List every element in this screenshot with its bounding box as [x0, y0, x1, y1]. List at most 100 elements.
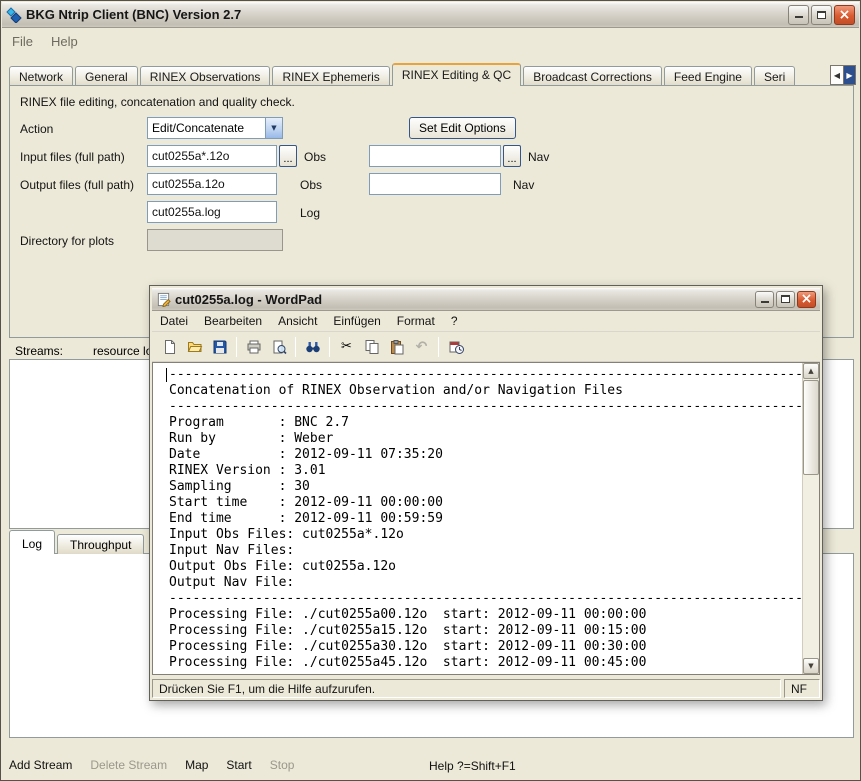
wordpad-statusbar: Drücken Sie F1, um die Hilfe aufzurufen.… — [152, 677, 820, 698]
cut-button[interactable]: ✂ — [334, 335, 359, 359]
maximize-button[interactable] — [811, 5, 832, 25]
input-files-label: Input files (full path) — [20, 150, 125, 164]
minimize-icon — [761, 296, 769, 303]
text-caret — [166, 368, 167, 382]
statusbar-nf: NF — [784, 679, 820, 698]
date-time-button[interactable] — [443, 335, 468, 359]
main-titlebar[interactable]: BKG Ntrip Client (BNC) Version 2.7 × — [2, 2, 859, 28]
action-combobox-value: Edit/Concatenate — [148, 121, 265, 135]
document-text[interactable]: ----------------------------------------… — [153, 363, 802, 674]
output-obs-suffix-label: Obs — [300, 178, 322, 192]
minimize-icon — [795, 11, 803, 18]
minimize-button[interactable] — [788, 5, 809, 25]
wordpad-toolbar: ✂↶ — [152, 332, 820, 362]
output-obs-field[interactable] — [147, 173, 277, 195]
log-file-field[interactable] — [147, 201, 277, 223]
plots-dir-label: Directory for plots — [20, 234, 114, 248]
print-preview-icon — [271, 339, 287, 355]
wp-menu-item-format[interactable]: Format — [389, 312, 443, 330]
tab-rinex-observations[interactable]: RINEX Observations — [140, 66, 271, 86]
scroll-up-button[interactable]: ▲ — [803, 363, 819, 379]
input-obs-browse-button[interactable]: ... — [279, 145, 297, 167]
bottom-tab-log[interactable]: Log — [9, 530, 55, 554]
toolbar-separator — [329, 337, 330, 357]
wordpad-icon — [156, 292, 171, 307]
wordpad-titlebar[interactable]: cut0255a.log - WordPad × — [152, 288, 820, 311]
close-icon: × — [801, 292, 813, 306]
open-folder-icon — [187, 339, 203, 355]
wp-menu-item-item5[interactable]: ? — [443, 312, 466, 330]
wordpad-close-button[interactable]: × — [797, 291, 816, 308]
save-button[interactable] — [207, 335, 232, 359]
date-time-icon — [448, 339, 464, 355]
paste-button[interactable] — [384, 335, 409, 359]
wp-menu-item-bearbeiten[interactable]: Bearbeiten — [196, 312, 270, 330]
menu-item-file[interactable]: File — [3, 31, 42, 52]
wordpad-maximize-button[interactable] — [776, 291, 795, 308]
tab-bar: NetworkGeneralRINEX ObservationsRINEX Ep… — [9, 63, 831, 86]
input-nav-browse-button[interactable]: ... — [503, 145, 521, 167]
wp-menu-item-datei[interactable]: Datei — [152, 312, 196, 330]
tab-rinex-ephemeris[interactable]: RINEX Ephemeris — [272, 66, 389, 86]
tab-scroll-right-button[interactable]: ▶ — [843, 65, 856, 85]
save-icon — [212, 339, 228, 355]
bottom-tab-throughput[interactable]: Throughput — [57, 534, 144, 554]
print-button[interactable] — [241, 335, 266, 359]
window-title: BKG Ntrip Client (BNC) Version 2.7 — [26, 7, 784, 22]
bnc-app-icon — [6, 7, 22, 23]
toolbar-separator — [295, 337, 296, 357]
scroll-down-button[interactable]: ▼ — [803, 658, 819, 674]
paste-icon — [389, 339, 405, 355]
chevron-down-icon[interactable]: ▼ — [265, 118, 282, 138]
wp-menu-item-einf-gen[interactable]: Einfügen — [325, 312, 388, 330]
wp-menu-item-ansicht[interactable]: Ansicht — [270, 312, 325, 330]
toolbar-separator — [236, 337, 237, 357]
wordpad-document-area[interactable]: ----------------------------------------… — [152, 362, 820, 675]
scrollbar-thumb[interactable] — [803, 380, 819, 475]
print-preview-button[interactable] — [266, 335, 291, 359]
new-document-button[interactable] — [157, 335, 182, 359]
open-folder-button[interactable] — [182, 335, 207, 359]
output-nav-field[interactable] — [369, 173, 501, 195]
action-stop: Stop — [270, 758, 295, 772]
action-label: Action — [20, 122, 53, 136]
wordpad-menubar: DateiBearbeitenAnsichtEinfügenFormat? — [152, 311, 820, 332]
tab-rinex-editing-qc[interactable]: RINEX Editing & QC — [392, 63, 521, 86]
input-nav-field[interactable] — [369, 145, 501, 167]
action-combobox[interactable]: Edit/Concatenate ▼ — [147, 117, 283, 139]
tab-scroll-left-button[interactable]: ◀ — [830, 65, 843, 85]
close-icon: × — [839, 8, 851, 22]
tab-broadcast-corrections[interactable]: Broadcast Corrections — [523, 66, 662, 86]
wordpad-title: cut0255a.log - WordPad — [175, 292, 751, 307]
find-button[interactable] — [300, 335, 325, 359]
output-nav-suffix-label: Nav — [513, 178, 534, 192]
vertical-scrollbar[interactable]: ▲ ▼ — [802, 363, 819, 674]
menu-item-help[interactable]: Help — [42, 31, 87, 52]
action-start[interactable]: Start — [226, 758, 251, 772]
action-map[interactable]: Map — [185, 758, 208, 772]
bottom-action-bar: Add Stream Delete Stream Map Start Stop — [9, 751, 294, 779]
undo-button[interactable]: ↶ — [409, 335, 434, 359]
set-edit-options-button[interactable]: Set Edit Options — [409, 117, 516, 139]
streams-label: Streams: — [15, 344, 63, 358]
cut-icon: ✂ — [341, 339, 352, 354]
toolbar-separator — [438, 337, 439, 357]
close-button[interactable]: × — [834, 5, 855, 25]
tab-feed-engine[interactable]: Feed Engine — [664, 66, 752, 86]
tab-scroll-buttons: ◀ ▶ — [830, 65, 856, 85]
plots-dir-field — [147, 229, 283, 251]
copy-button[interactable] — [359, 335, 384, 359]
undo-icon: ↶ — [416, 339, 428, 355]
tab-network[interactable]: Network — [9, 66, 73, 86]
action-add-stream[interactable]: Add Stream — [9, 758, 72, 772]
input-obs-field[interactable] — [147, 145, 277, 167]
wordpad-minimize-button[interactable] — [755, 291, 774, 308]
maximize-icon — [781, 295, 790, 303]
tab-general[interactable]: General — [75, 66, 138, 86]
bnc-main-window: BKG Ntrip Client (BNC) Version 2.7 × Fil… — [0, 0, 861, 781]
main-menubar: FileHelp — [3, 30, 87, 52]
input-obs-suffix-label: Obs — [304, 150, 326, 164]
tab-seri[interactable]: Seri — [754, 66, 795, 86]
action-delete-stream: Delete Stream — [90, 758, 167, 772]
output-files-label: Output files (full path) — [20, 178, 134, 192]
